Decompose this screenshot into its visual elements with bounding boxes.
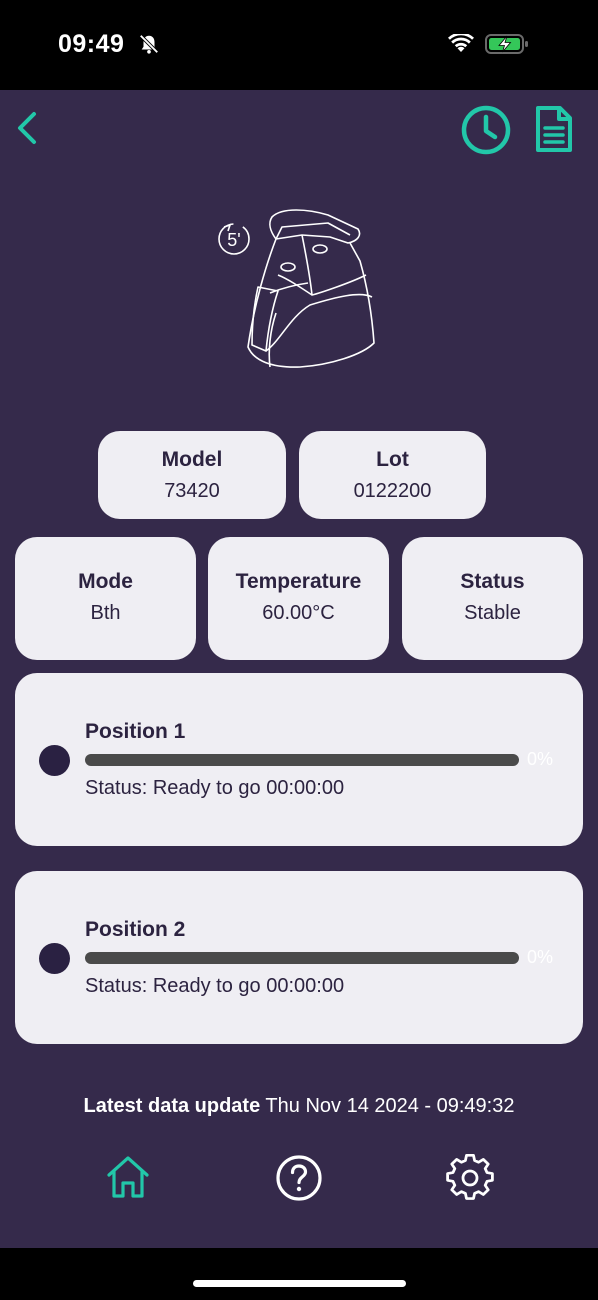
mode-value: Bth xyxy=(90,602,121,624)
model-value: 73420 xyxy=(164,480,220,502)
settings-gear-icon[interactable] xyxy=(446,1154,494,1202)
lot-card: Lot 0122200 xyxy=(299,431,486,519)
model-label: Model xyxy=(161,448,223,471)
bell-muted-icon xyxy=(139,34,159,54)
position-progress-bar xyxy=(85,754,519,766)
temperature-label: Temperature xyxy=(235,570,362,593)
history-clock-icon[interactable] xyxy=(460,104,512,156)
device-illustration: 5' xyxy=(218,209,375,368)
position-indicator-dot xyxy=(39,943,70,974)
position-progress-percent: 0% xyxy=(527,947,554,967)
position-status: Status: Ready to go 00:00:00 xyxy=(85,777,345,799)
help-icon[interactable] xyxy=(275,1154,323,1202)
latest-update-label: Latest data update xyxy=(83,1095,261,1117)
home-indicator-bar xyxy=(0,1248,598,1300)
position-status: Status: Ready to go 00:00:00 xyxy=(85,975,345,997)
temperature-card: Temperature 60.00°C xyxy=(208,537,389,660)
home-indicator[interactable] xyxy=(193,1280,406,1287)
latest-update-value: Thu Nov 14 2024 - 09:49:32 xyxy=(265,1095,515,1117)
report-document-icon[interactable] xyxy=(532,104,576,154)
status-value: Stable xyxy=(464,602,521,624)
position-title: Position 1 xyxy=(85,720,186,743)
device-timer-label: 5' xyxy=(227,230,240,250)
status-card: Status Stable xyxy=(402,537,583,660)
position-card-1[interactable]: Position 1 0% Status: Ready to go 00:00:… xyxy=(15,673,583,846)
position-card-2[interactable]: Position 2 0% Status: Ready to go 00:00:… xyxy=(15,871,583,1044)
mode-card: Mode Bth xyxy=(15,537,196,660)
mode-label: Mode xyxy=(78,570,133,593)
lot-label: Lot xyxy=(376,448,409,471)
lot-value: 0122200 xyxy=(353,480,432,502)
status-bar: 09:49 xyxy=(0,0,598,90)
temperature-value: 60.00°C xyxy=(262,602,335,624)
position-progress-bar xyxy=(85,952,519,964)
position-indicator-dot xyxy=(39,745,70,776)
model-card: Model 73420 xyxy=(98,431,286,519)
position-progress-percent: 0% xyxy=(527,749,554,769)
status-time: 09:49 xyxy=(58,30,125,58)
app-screen: 5' Model 73420 Lot 0122200 Mode Bth Temp… xyxy=(0,90,598,1248)
latest-update: Latest data update Thu Nov 14 2024 - 09:… xyxy=(0,1095,598,1118)
status-label: Status xyxy=(460,570,525,593)
home-icon[interactable] xyxy=(105,1154,151,1200)
back-chevron-icon[interactable] xyxy=(10,108,44,148)
position-title: Position 2 xyxy=(85,918,186,941)
battery-charging-icon xyxy=(485,34,528,54)
wifi-icon xyxy=(448,34,474,52)
